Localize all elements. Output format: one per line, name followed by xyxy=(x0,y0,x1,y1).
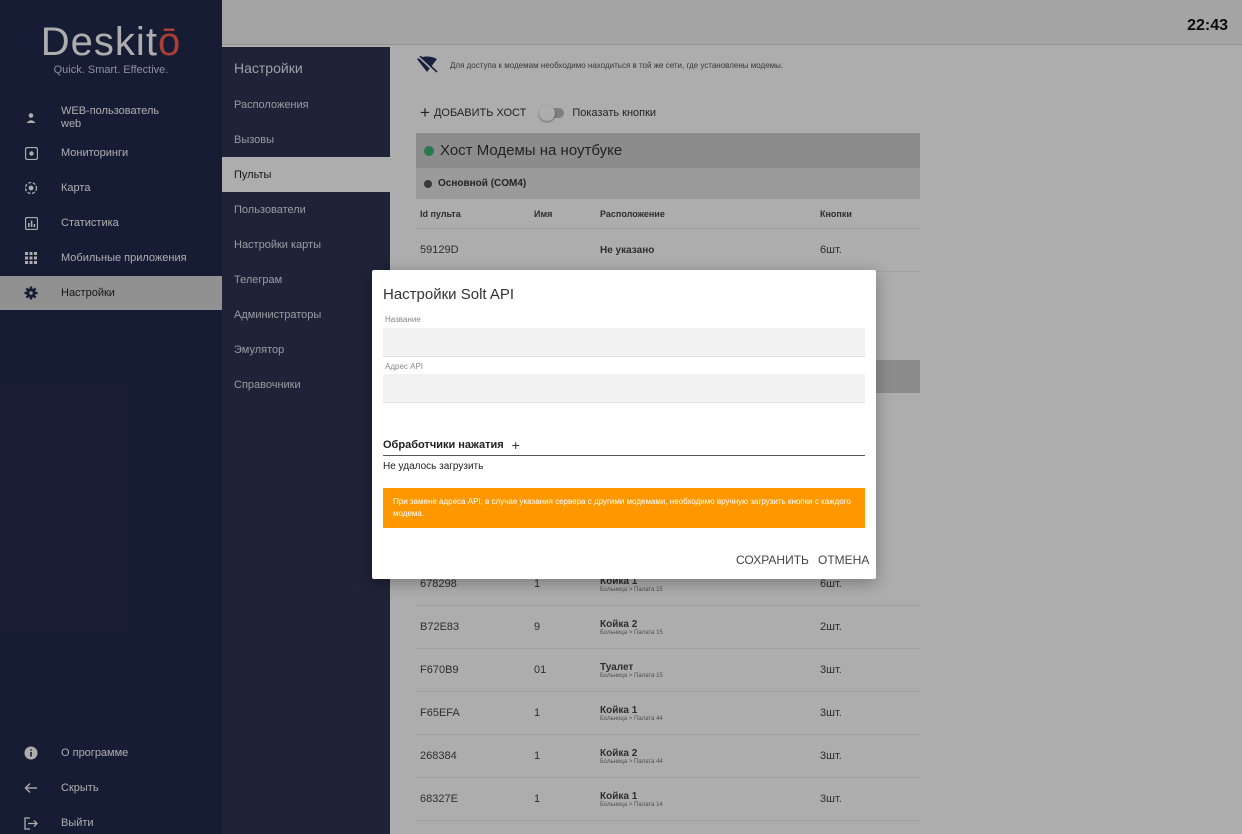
cancel-button[interactable]: ОТМЕНА xyxy=(818,553,869,567)
save-button[interactable]: СОХРАНИТЬ xyxy=(736,553,809,567)
name-field[interactable] xyxy=(383,328,865,357)
solt-api-dialog: Настройки Solt API Название Адрес API Об… xyxy=(372,270,876,579)
add-handler-button[interactable]: + xyxy=(512,437,520,453)
handlers-title: Обработчики нажатия xyxy=(383,438,504,451)
api-address-label: Адрес API xyxy=(385,362,424,371)
handlers-section: Обработчики нажатия + xyxy=(383,434,865,456)
dialog-title: Настройки Solt API xyxy=(383,286,515,303)
api-address-field[interactable] xyxy=(383,374,865,403)
load-error-text: Не удалось загрузить xyxy=(383,461,484,472)
warning-banner: При замене адреса API, в случае указания… xyxy=(383,488,865,528)
name-field-label: Название xyxy=(385,315,421,324)
